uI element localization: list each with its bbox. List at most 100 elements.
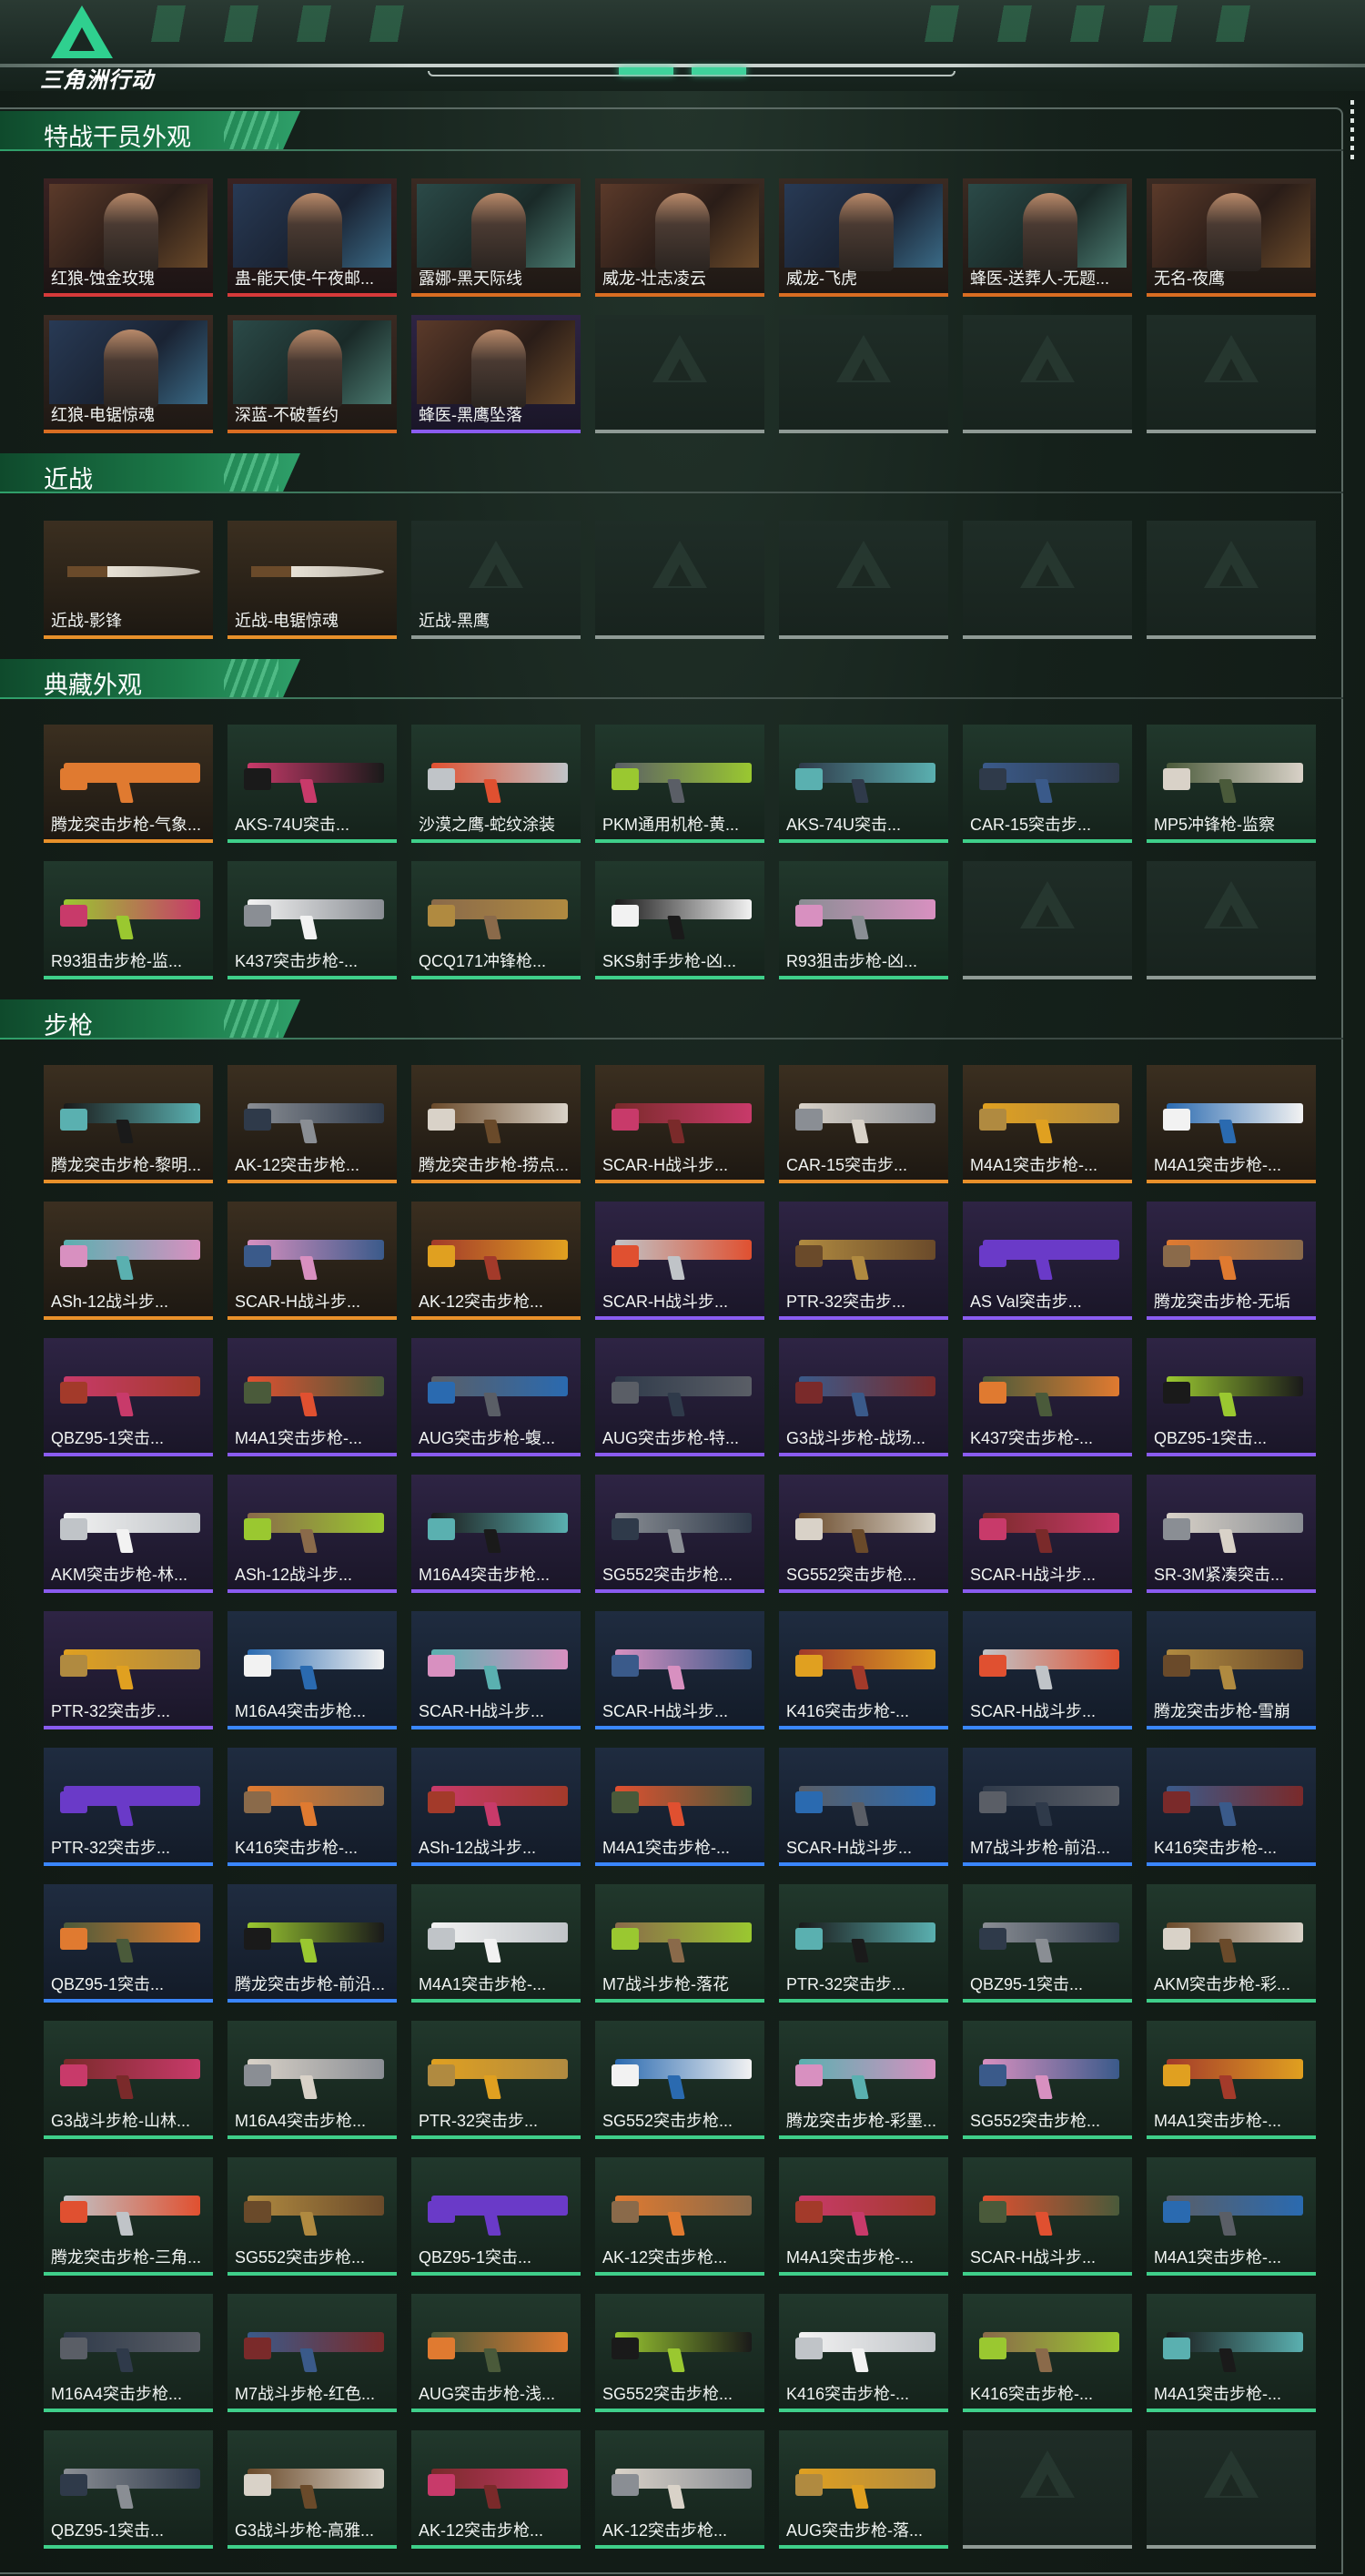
item-card[interactable]: 腾龙突击步枪-三角...: [44, 2157, 213, 2276]
item-card[interactable]: 红狼-蚀金玫瑰: [44, 178, 213, 297]
item-card[interactable]: AKS-74U突击...: [228, 725, 397, 843]
item-card[interactable]: ASh-12战斗步...: [411, 1748, 581, 1866]
item-card[interactable]: SCAR-H战斗步...: [411, 1611, 581, 1729]
item-card[interactable]: SG552突击步枪...: [779, 1475, 948, 1593]
item-card[interactable]: CAR-15突击步...: [963, 725, 1132, 843]
item-card[interactable]: QBZ95-1突击...: [411, 2157, 581, 2276]
item-card[interactable]: QBZ95-1突击...: [44, 1338, 213, 1456]
item-card[interactable]: AK-12突击步枪...: [595, 2157, 764, 2276]
item-card[interactable]: SCAR-H战斗步...: [779, 1748, 948, 1866]
item-card[interactable]: 腾龙突击步枪-气象...: [44, 725, 213, 843]
item-card[interactable]: K437突击步枪-...: [963, 1338, 1132, 1456]
item-card[interactable]: 蜂医-送葬人-无题...: [963, 178, 1132, 297]
item-card[interactable]: PTR-32突击步...: [411, 2021, 581, 2139]
item-card[interactable]: SKS射手步枪-凶...: [595, 861, 764, 979]
item-card[interactable]: 腾龙突击步枪-捞点...: [411, 1065, 581, 1183]
item-card[interactable]: 近战-影锋: [44, 521, 213, 639]
item-card[interactable]: AK-12突击步枪...: [228, 1065, 397, 1183]
item-card[interactable]: SCAR-H战斗步...: [963, 1475, 1132, 1593]
item-card[interactable]: G3战斗步枪-山林...: [44, 2021, 213, 2139]
item-card[interactable]: G3战斗步枪-高雅...: [228, 2430, 397, 2549]
item-card[interactable]: 红狼-电锯惊魂: [44, 315, 213, 433]
item-card[interactable]: K416突击步枪-...: [228, 1748, 397, 1866]
item-card[interactable]: 蛊-能天使-午夜邮...: [228, 178, 397, 297]
item-card[interactable]: M7战斗步枪-落花: [595, 1884, 764, 2003]
item-card[interactable]: SCAR-H战斗步...: [595, 1611, 764, 1729]
item-card[interactable]: K416突击步枪-...: [779, 2294, 948, 2412]
item-card[interactable]: SCAR-H战斗步...: [963, 2157, 1132, 2276]
item-card[interactable]: PTR-32突击步...: [44, 1611, 213, 1729]
item-card[interactable]: M4A1突击步枪-...: [1147, 2021, 1316, 2139]
item-card[interactable]: AK-12突击步枪...: [411, 2430, 581, 2549]
item-card[interactable]: K416突击步枪-...: [779, 1611, 948, 1729]
item-card[interactable]: PTR-32突击步...: [44, 1748, 213, 1866]
item-card[interactable]: K416突击步枪-...: [1147, 1748, 1316, 1866]
item-card[interactable]: M4A1突击步枪-...: [228, 1338, 397, 1456]
item-card[interactable]: PTR-32突击步...: [779, 1884, 948, 2003]
item-card[interactable]: M7战斗步枪-红色...: [228, 2294, 397, 2412]
item-card[interactable]: AKM突击步枪-彩...: [1147, 1884, 1316, 2003]
item-card[interactable]: QBZ95-1突击...: [44, 2430, 213, 2549]
item-card[interactable]: SR-3M紧凑突击...: [1147, 1475, 1316, 1593]
item-card[interactable]: 威龙-壮志凌云: [595, 178, 764, 297]
item-card[interactable]: AKM突击步枪-林...: [44, 1475, 213, 1593]
item-card[interactable]: M4A1突击步枪-...: [595, 1748, 764, 1866]
item-card[interactable]: AUG突击步枪-落...: [779, 2430, 948, 2549]
scroll-indicator[interactable]: [1350, 100, 1354, 164]
item-card[interactable]: QCQ171冲锋枪...: [411, 861, 581, 979]
item-card[interactable]: SG552突击步枪...: [595, 1475, 764, 1593]
item-card[interactable]: 深蓝-不破誓约: [228, 315, 397, 433]
item-card[interactable]: 沙漠之鹰-蛇纹涂装: [411, 725, 581, 843]
item-card[interactable]: AK-12突击步枪...: [595, 2430, 764, 2549]
item-card[interactable]: CAR-15突击步...: [779, 1065, 948, 1183]
item-card[interactable]: AK-12突击步枪...: [411, 1202, 581, 1320]
item-card[interactable]: AUG突击步枪-蝮...: [411, 1338, 581, 1456]
item-card[interactable]: ASh-12战斗步...: [228, 1475, 397, 1593]
item-card[interactable]: SG552突击步枪...: [595, 2294, 764, 2412]
item-card[interactable]: R93狙击步枪-凶...: [779, 861, 948, 979]
item-card[interactable]: SG552突击步枪...: [595, 2021, 764, 2139]
item-card[interactable]: 蜂医-黑鹰坠落: [411, 315, 581, 433]
item-card[interactable]: M4A1突击步枪-...: [963, 1065, 1132, 1183]
item-card[interactable]: M16A4突击步枪...: [44, 2294, 213, 2412]
item-card[interactable]: SCAR-H战斗步...: [595, 1065, 764, 1183]
item-card[interactable]: M4A1突击步枪-...: [411, 1884, 581, 2003]
item-card[interactable]: 露娜-黑天际线: [411, 178, 581, 297]
item-card[interactable]: QBZ95-1突击...: [1147, 1338, 1316, 1456]
item-card[interactable]: MP5冲锋枪-监察: [1147, 725, 1316, 843]
item-card[interactable]: SG552突击步枪...: [963, 2021, 1132, 2139]
item-card[interactable]: M16A4突击步枪...: [228, 1611, 397, 1729]
item-card[interactable]: M7战斗步枪-前沿...: [963, 1748, 1132, 1866]
item-card[interactable]: M4A1突击步枪-...: [1147, 1065, 1316, 1183]
item-card[interactable]: G3战斗步枪-战场...: [779, 1338, 948, 1456]
item-card[interactable]: SCAR-H战斗步...: [595, 1202, 764, 1320]
item-card[interactable]: M16A4突击步枪...: [411, 1475, 581, 1593]
item-card[interactable]: 腾龙突击步枪-彩墨...: [779, 2021, 948, 2139]
item-card[interactable]: ASh-12战斗步...: [44, 1202, 213, 1320]
item-card[interactable]: K416突击步枪-...: [963, 2294, 1132, 2412]
item-card[interactable]: SCAR-H战斗步...: [963, 1611, 1132, 1729]
item-card[interactable]: M4A1突击步枪-...: [779, 2157, 948, 2276]
item-card[interactable]: AS Val突击步...: [963, 1202, 1132, 1320]
item-card[interactable]: K437突击步枪-...: [228, 861, 397, 979]
item-card[interactable]: AUG突击步枪-浅...: [411, 2294, 581, 2412]
item-card[interactable]: SG552突击步枪...: [228, 2157, 397, 2276]
item-card[interactable]: PTR-32突击步...: [779, 1202, 948, 1320]
item-card[interactable]: R93狙击步枪-监...: [44, 861, 213, 979]
item-card[interactable]: 腾龙突击步枪-无垢: [1147, 1202, 1316, 1320]
item-card[interactable]: AKS-74U突击...: [779, 725, 948, 843]
item-card[interactable]: M4A1突击步枪-...: [1147, 2157, 1316, 2276]
item-card[interactable]: 威龙-飞虎: [779, 178, 948, 297]
item-card[interactable]: 腾龙突击步枪-雪崩: [1147, 1611, 1316, 1729]
item-card[interactable]: PKM通用机枪-黄...: [595, 725, 764, 843]
item-card[interactable]: 无名-夜鹰: [1147, 178, 1316, 297]
item-card[interactable]: 腾龙突击步枪-黎明...: [44, 1065, 213, 1183]
item-card[interactable]: 腾龙突击步枪-前沿...: [228, 1884, 397, 2003]
item-card[interactable]: SCAR-H战斗步...: [228, 1202, 397, 1320]
item-card[interactable]: AUG突击步枪-特...: [595, 1338, 764, 1456]
item-card[interactable]: M4A1突击步枪-...: [1147, 2294, 1316, 2412]
item-card[interactable]: M16A4突击步枪...: [228, 2021, 397, 2139]
item-card[interactable]: QBZ95-1突击...: [44, 1884, 213, 2003]
item-card[interactable]: QBZ95-1突击...: [963, 1884, 1132, 2003]
item-card[interactable]: 近战-电锯惊魂: [228, 521, 397, 639]
